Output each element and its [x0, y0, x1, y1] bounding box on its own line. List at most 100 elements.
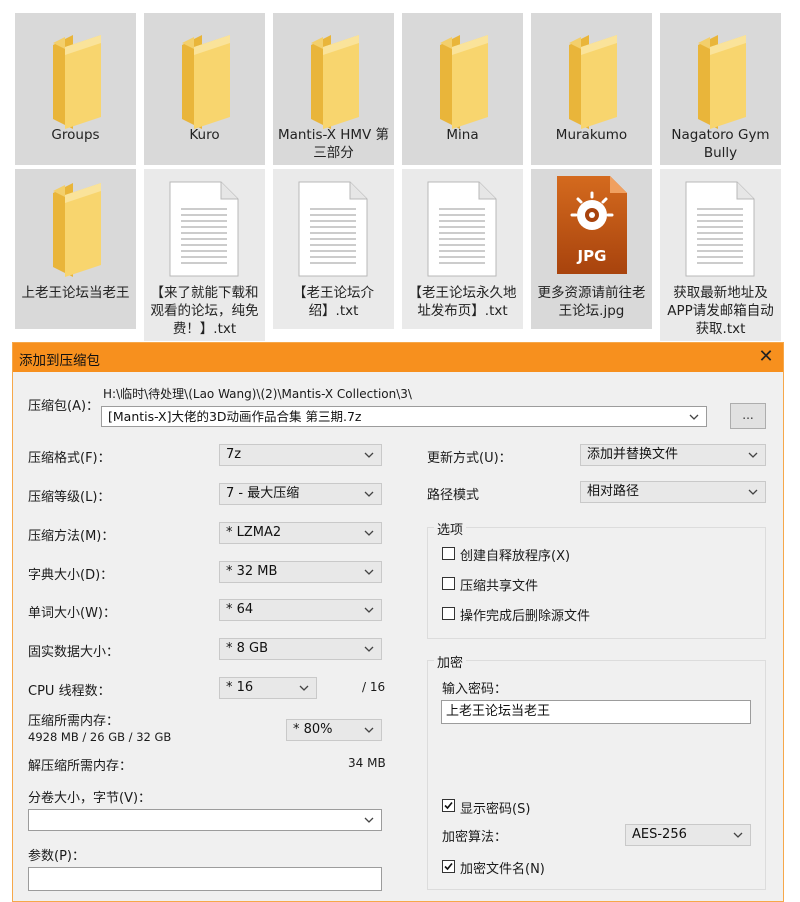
word-select[interactable]: * 64 — [219, 599, 382, 621]
file-label: 【老王论坛介绍】.txt — [293, 285, 374, 319]
word-value: * 64 — [226, 602, 254, 617]
enc-method-label: 加密算法： — [442, 830, 508, 845]
chevron-down-icon — [364, 530, 374, 536]
decomp-label: 解压缩所需内存： — [28, 759, 133, 774]
file-item-txt-free[interactable]: 【来了就能下载和观看的论坛，纯免费！】.txt — [144, 169, 265, 341]
checkmark-icon — [444, 862, 453, 871]
file-label: 【老王论坛永久地址发布页】.txt — [408, 285, 517, 319]
file-item-txt-intro[interactable]: 【老王论坛介绍】.txt — [273, 169, 394, 329]
format-select[interactable]: 7z — [219, 444, 382, 466]
params-input[interactable] — [28, 867, 382, 891]
file-item-mina[interactable]: Mina — [402, 13, 523, 165]
enc-method-value: AES-256 — [632, 827, 687, 842]
level-select[interactable]: 7 - 最大压缩 — [219, 483, 382, 505]
folder-icon — [53, 35, 101, 129]
chevron-down-icon — [364, 452, 374, 458]
level-label: 压缩等级(L)： — [28, 490, 111, 505]
solid-label: 固实数据大小： — [28, 645, 120, 660]
method-label: 压缩方法(M)： — [28, 529, 115, 544]
volume-combo[interactable] — [28, 809, 382, 831]
password-label: 输入密码： — [442, 682, 508, 697]
update-select[interactable]: 添加并替换文件 — [580, 444, 766, 466]
folder-icon — [53, 183, 101, 277]
delete-after-checkbox[interactable] — [442, 607, 455, 620]
file-label: Groups — [51, 127, 100, 143]
volume-label: 分卷大小，字节(V)： — [28, 791, 152, 806]
level-value: 7 - 最大压缩 — [226, 486, 300, 501]
chevron-down-icon — [748, 452, 758, 458]
text-file-icon — [685, 181, 755, 277]
file-item-nagatoro[interactable]: Nagatoro Gym Bully — [660, 13, 781, 165]
sfx-checkbox[interactable] — [442, 547, 455, 560]
mem-value: 4928 MB / 26 GB / 32 GB — [28, 730, 172, 744]
method-value: * LZMA2 — [226, 525, 282, 540]
path-mode-select[interactable]: 相对路径 — [580, 481, 766, 503]
mem-percent-select[interactable]: * 80% — [286, 719, 382, 741]
checkmark-icon — [444, 801, 453, 810]
file-item-laowang-folder[interactable]: 上老王论坛当老王 — [15, 169, 136, 329]
dict-select[interactable]: * 32 MB — [219, 561, 382, 583]
archive-label: 压缩包(A)： — [28, 399, 100, 414]
encrypt-names-label: 加密文件名(N) — [460, 862, 545, 877]
show-password-checkbox[interactable] — [442, 799, 455, 812]
method-select[interactable]: * LZMA2 — [219, 522, 382, 544]
folder-icon — [311, 35, 359, 129]
file-item-txt-app[interactable]: 获取最新地址及APP请发邮箱自动获取.txt — [660, 169, 781, 341]
format-value: 7z — [226, 447, 242, 462]
add-to-archive-dialog: 添加到压缩包 ✕ 压缩包(A)： H:\临时\待处理\(Lao Wang)\(2… — [12, 342, 784, 902]
file-item-mantis-hmv[interactable]: Mantis-X HMV 第三部分 — [273, 13, 394, 165]
format-label: 压缩格式(F)： — [28, 451, 111, 466]
chevron-down-icon — [364, 646, 374, 652]
decomp-value: 34 MB — [348, 756, 386, 770]
chevron-down-icon — [364, 569, 374, 575]
file-item-jpg[interactable]: JPG 更多资源请前往老王论坛.jpg — [531, 169, 652, 329]
cpu-label: CPU 线程数： — [28, 684, 111, 699]
chevron-down-icon — [364, 607, 374, 613]
mem-label: 压缩所需内存： — [28, 714, 120, 729]
chevron-down-icon — [364, 727, 374, 733]
path-mode-label: 路径模式 — [427, 488, 480, 503]
file-item-txt-address[interactable]: 【老王论坛永久地址发布页】.txt — [402, 169, 523, 329]
archive-name-combo[interactable]: [Mantis-X]大佬的3D动画作品合集 第三期.7z — [101, 406, 707, 427]
file-item-murakumo[interactable]: Murakumo — [531, 13, 652, 165]
solid-value: * 8 GB — [226, 641, 269, 656]
jpg-file-icon: JPG — [557, 176, 627, 274]
sfx-label: 创建自释放程序(X) — [460, 549, 571, 564]
file-label: Nagatoro Gym Bully — [671, 127, 770, 161]
archive-path: H:\临时\待处理\(Lao Wang)\(2)\Mantis-X Collec… — [103, 387, 412, 401]
params-label: 参数(P)： — [28, 849, 85, 864]
cpu-value: * 16 — [226, 680, 254, 695]
folder-icon — [698, 35, 746, 129]
mem-percent-value: * 80% — [293, 722, 333, 737]
file-label: 上老王论坛当老王 — [21, 285, 130, 301]
shared-files-label: 压缩共享文件 — [460, 579, 539, 594]
text-file-icon — [298, 181, 368, 277]
browse-button[interactable]: ... — [730, 403, 766, 429]
word-label: 单词大小(W)： — [28, 606, 116, 621]
text-file-icon — [427, 181, 497, 277]
chevron-down-icon — [364, 491, 374, 497]
text-file-icon — [169, 181, 239, 277]
password-input[interactable]: 上老王论坛当老王 — [441, 700, 751, 724]
shared-files-checkbox[interactable] — [442, 577, 455, 590]
file-label: 【来了就能下载和观看的论坛，纯免费！】.txt — [150, 285, 259, 337]
cpu-select[interactable]: * 16 — [219, 677, 317, 699]
show-password-label: 显示密码(S) — [460, 802, 531, 817]
enc-method-select[interactable]: AES-256 — [625, 824, 751, 846]
file-item-groups[interactable]: Groups — [15, 13, 136, 165]
archive-name-value: [Mantis-X]大佬的3D动画作品合集 第三期.7z — [108, 409, 362, 424]
chevron-down-icon — [748, 489, 758, 495]
chevron-down-icon — [364, 817, 374, 823]
solid-select[interactable]: * 8 GB — [219, 638, 382, 660]
file-item-kuro[interactable]: Kuro — [144, 13, 265, 165]
cpu-total: / 16 — [362, 680, 386, 694]
encrypt-names-checkbox[interactable] — [442, 860, 455, 873]
dialog-title: 添加到压缩包 — [19, 353, 100, 369]
file-label: Mina — [446, 127, 479, 143]
file-grid: Groups Kuro Mantis-X HMV 第三部分 Mina Murak… — [0, 0, 800, 345]
delete-after-label: 操作完成后删除源文件 — [460, 609, 591, 624]
chevron-down-icon — [299, 685, 309, 691]
dialog-titlebar[interactable]: 添加到压缩包 ✕ — [13, 343, 783, 372]
folder-icon — [440, 35, 488, 129]
close-icon[interactable]: ✕ — [757, 346, 775, 368]
